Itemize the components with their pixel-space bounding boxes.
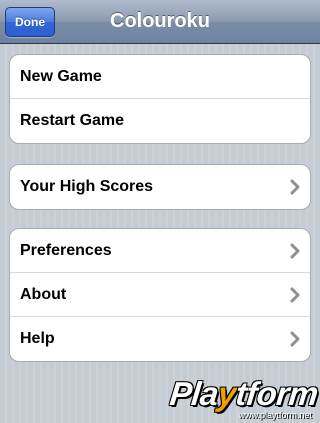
chevron-right-icon	[290, 243, 300, 259]
playtform-watermark: Playtform www.playtform.net	[164, 374, 320, 422]
watermark-logo-start: Pla	[168, 375, 221, 412]
chevron-right-icon	[290, 179, 300, 195]
scores-group: Your High Scores	[9, 164, 311, 210]
watermark-logo: Playtform	[168, 375, 320, 412]
app-title: Colouroku	[110, 10, 210, 32]
preferences-label: Preferences	[20, 242, 112, 259]
high-scores-label: Your High Scores	[20, 178, 154, 195]
chevron-right-icon	[290, 331, 300, 347]
about-row[interactable]: About	[10, 273, 310, 317]
new-game-label: New Game	[20, 68, 102, 85]
new-game-row[interactable]: New Game	[10, 55, 310, 99]
settings-group: Preferences About Help	[9, 228, 311, 362]
watermark-url: www.playtform.net	[238, 410, 312, 420]
restart-game-label: Restart Game	[20, 112, 125, 129]
chevron-right-icon	[290, 287, 300, 303]
game-actions-group: New Game Restart Game	[9, 54, 311, 144]
help-row[interactable]: Help	[10, 317, 310, 361]
watermark-logo-end: tform	[234, 375, 320, 412]
about-label: About	[20, 286, 67, 303]
high-scores-row[interactable]: Your High Scores	[10, 165, 310, 209]
help-label: Help	[20, 330, 55, 347]
preferences-row[interactable]: Preferences	[10, 229, 310, 273]
navigation-bar: Done Colouroku	[0, 0, 320, 44]
restart-game-row[interactable]: Restart Game	[10, 99, 310, 143]
